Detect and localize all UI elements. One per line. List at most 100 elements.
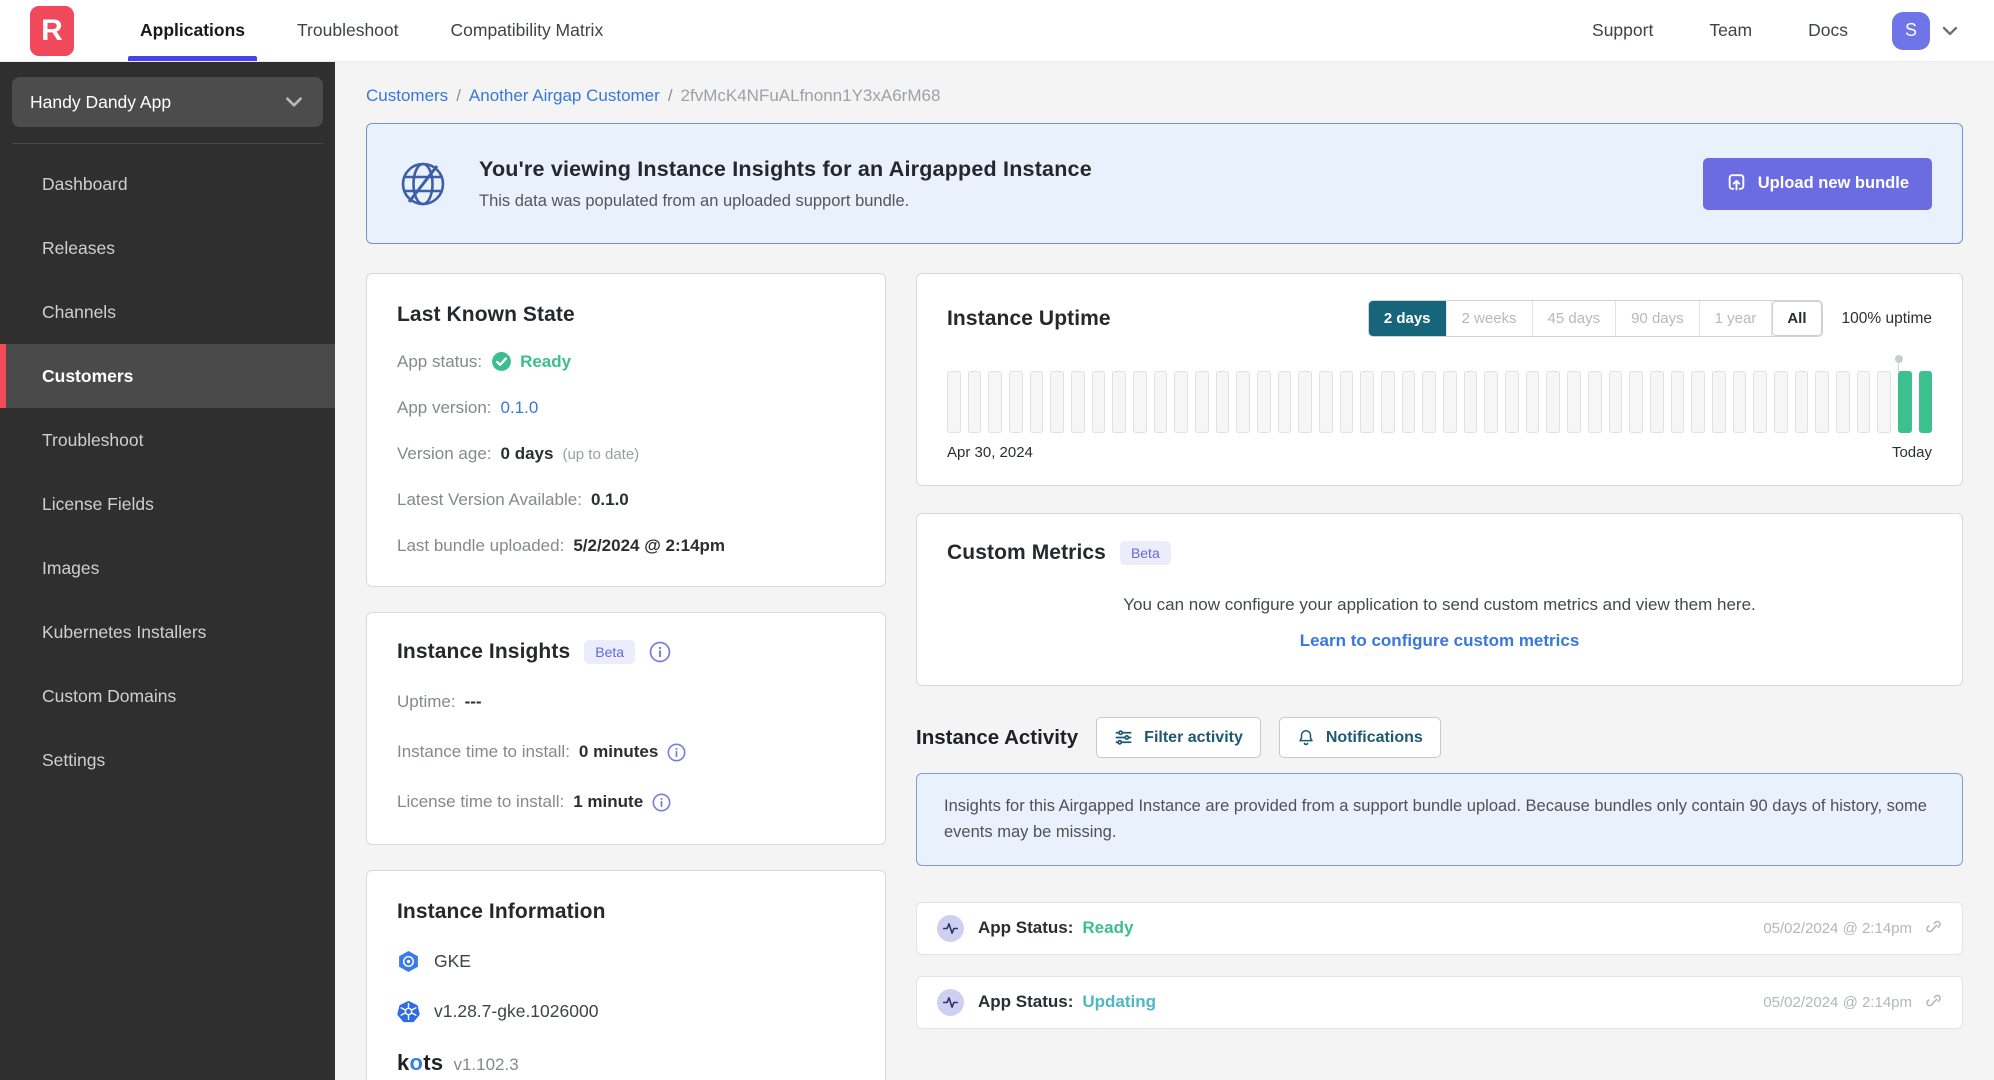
chevron-down-icon[interactable] (1940, 21, 1960, 41)
app-version-link[interactable]: 0.1.0 (501, 398, 539, 418)
tab-compatibility-matrix[interactable]: Compatibility Matrix (425, 0, 630, 61)
sidebar-item-custom-domains[interactable]: Custom Domains (0, 664, 335, 728)
uptime-bar-empty[interactable] (1773, 371, 1788, 433)
uptime-bar-empty[interactable] (1009, 371, 1023, 433)
uptime-bar-empty[interactable] (1236, 371, 1251, 433)
uptime-bar-empty[interactable] (1877, 371, 1891, 433)
sidebar-item-dashboard[interactable]: Dashboard (0, 152, 335, 216)
uptime-bar-empty[interactable] (1174, 371, 1189, 433)
banner-subtitle: This data was populated from an uploaded… (479, 191, 910, 210)
tab-applications[interactable]: Applications (114, 0, 271, 61)
uptime-bar-empty[interactable] (1298, 371, 1313, 433)
uptime-bar-empty[interactable] (1112, 371, 1127, 433)
uptime-bar-empty[interactable] (1463, 371, 1478, 433)
sidebar-item-troubleshoot[interactable]: Troubleshoot (0, 408, 335, 472)
sidebar-item-channels[interactable]: Channels (0, 280, 335, 344)
uptime-bar-empty[interactable] (1794, 371, 1809, 433)
uptime-bar-empty[interactable] (1711, 371, 1726, 433)
uptime-bar-empty[interactable] (1587, 371, 1602, 433)
range-2-weeks[interactable]: 2 weeks (1446, 301, 1533, 336)
uptime-bar-up[interactable] (1918, 371, 1933, 433)
uptime-bar-empty[interactable] (1505, 371, 1519, 433)
uptime-bar-empty[interactable] (988, 371, 1003, 433)
uptime-bar-empty[interactable] (1443, 371, 1457, 433)
range-45-days[interactable]: 45 days (1532, 301, 1617, 336)
uptime-bar-empty[interactable] (1546, 371, 1561, 433)
custom-metrics-card: Custom Metrics Beta You can now configur… (916, 513, 1963, 686)
instance-information-title: Instance Information (397, 900, 606, 923)
app-selector[interactable]: Handy Dandy App (12, 77, 323, 127)
filter-activity-button[interactable]: Filter activity (1096, 717, 1261, 758)
uptime-bar-empty[interactable] (1339, 371, 1354, 433)
sidebar-item-customers[interactable]: Customers (0, 344, 335, 408)
pulse-icon (937, 988, 964, 1016)
notifications-label: Notifications (1325, 728, 1423, 746)
replicated-logo[interactable]: R (30, 5, 74, 56)
nav-link-team[interactable]: Team (1681, 20, 1780, 41)
uptime-bar-empty[interactable] (1257, 371, 1271, 433)
uptime-bar-empty[interactable] (1484, 371, 1499, 433)
app-version-row: App version: 0.1.0 (397, 398, 855, 418)
sidebar-divider (12, 143, 323, 144)
configure-custom-metrics-link[interactable]: Learn to configure custom metrics (947, 631, 1932, 651)
uptime-bar-empty[interactable] (1133, 371, 1147, 433)
uptime-bar-empty[interactable] (1567, 371, 1581, 433)
sidebar-item-settings[interactable]: Settings (0, 728, 335, 792)
breadcrumb-customers[interactable]: Customers (366, 86, 448, 106)
activity-event-row[interactable]: App Status: Ready 05/02/2024 @ 2:14pm (916, 901, 1963, 955)
uptime-bar-empty[interactable] (1050, 371, 1065, 433)
uptime-bar-empty[interactable] (1835, 371, 1850, 433)
uptime-bar-empty[interactable] (1091, 371, 1106, 433)
latest-version-label: Latest Version Available: (397, 490, 582, 509)
sidebar-item-kubernetes-installers[interactable]: Kubernetes Installers (0, 600, 335, 664)
uptime-bar-empty[interactable] (1732, 371, 1747, 433)
uptime-bar-empty[interactable] (1195, 371, 1209, 433)
info-icon[interactable] (649, 641, 671, 663)
sidebar-item-releases[interactable]: Releases (0, 216, 335, 280)
uptime-bar-empty[interactable] (1856, 371, 1871, 433)
uptime-bar-empty[interactable] (1525, 371, 1540, 433)
nav-link-support[interactable]: Support (1564, 20, 1681, 41)
link-icon[interactable] (1925, 920, 1942, 937)
uptime-bar-empty[interactable] (1753, 371, 1767, 433)
uptime-bar-empty[interactable] (1319, 371, 1333, 433)
uptime-bar-empty[interactable] (1381, 371, 1395, 433)
uptime-bar-empty[interactable] (1815, 371, 1829, 433)
uptime-bar-up[interactable] (1894, 355, 1912, 433)
uptime-bars (947, 355, 1933, 433)
uptime-bar-empty[interactable] (1360, 371, 1375, 433)
range-2-days[interactable]: 2 days (1368, 301, 1447, 336)
sidebar-item-license-fields[interactable]: License Fields (0, 472, 335, 536)
uptime-bar-empty[interactable] (1153, 371, 1168, 433)
info-icon[interactable] (667, 743, 686, 762)
tab-troubleshoot[interactable]: Troubleshoot (271, 0, 425, 61)
nav-link-docs[interactable]: Docs (1780, 20, 1876, 41)
range-all[interactable]: All (1772, 301, 1822, 336)
avatar[interactable]: S (1892, 11, 1930, 50)
range-1-year[interactable]: 1 year (1699, 301, 1773, 336)
activity-event-row[interactable]: App Status: Updating 05/02/2024 @ 2:14pm (916, 975, 1963, 1029)
uptime-bar-empty[interactable] (1629, 371, 1643, 433)
info-icon[interactable] (652, 793, 671, 812)
upload-new-bundle-button[interactable]: Upload new bundle (1702, 157, 1932, 210)
uptime-bar-empty[interactable] (967, 371, 982, 433)
breadcrumb-customer-name[interactable]: Another Airgap Customer (469, 86, 660, 106)
uptime-bar-empty[interactable] (947, 371, 961, 433)
link-icon[interactable] (1925, 994, 1942, 1011)
uptime-bar-empty[interactable] (1649, 371, 1664, 433)
sidebar-item-images[interactable]: Images (0, 536, 335, 600)
uptime-bar-empty[interactable] (1608, 371, 1623, 433)
uptime-bar-empty[interactable] (1670, 371, 1685, 433)
uptime-bar-empty[interactable] (1422, 371, 1437, 433)
uptime-bar-empty[interactable] (1277, 371, 1292, 433)
uptime-bar-empty[interactable] (1029, 371, 1044, 433)
uptime-bar-empty[interactable] (1401, 371, 1416, 433)
uptime-range-selector: 2 days 2 weeks 45 days 90 days 1 year Al… (1367, 300, 1823, 337)
range-90-days[interactable]: 90 days (1616, 301, 1700, 336)
beta-badge: Beta (584, 640, 636, 664)
uptime-bar-empty[interactable] (1691, 371, 1705, 433)
notifications-button[interactable]: Notifications (1278, 717, 1441, 758)
uptime-bar-empty[interactable] (1215, 371, 1230, 433)
uptime-bar-empty[interactable] (1071, 371, 1085, 433)
app-version-label: App version: (397, 398, 492, 417)
